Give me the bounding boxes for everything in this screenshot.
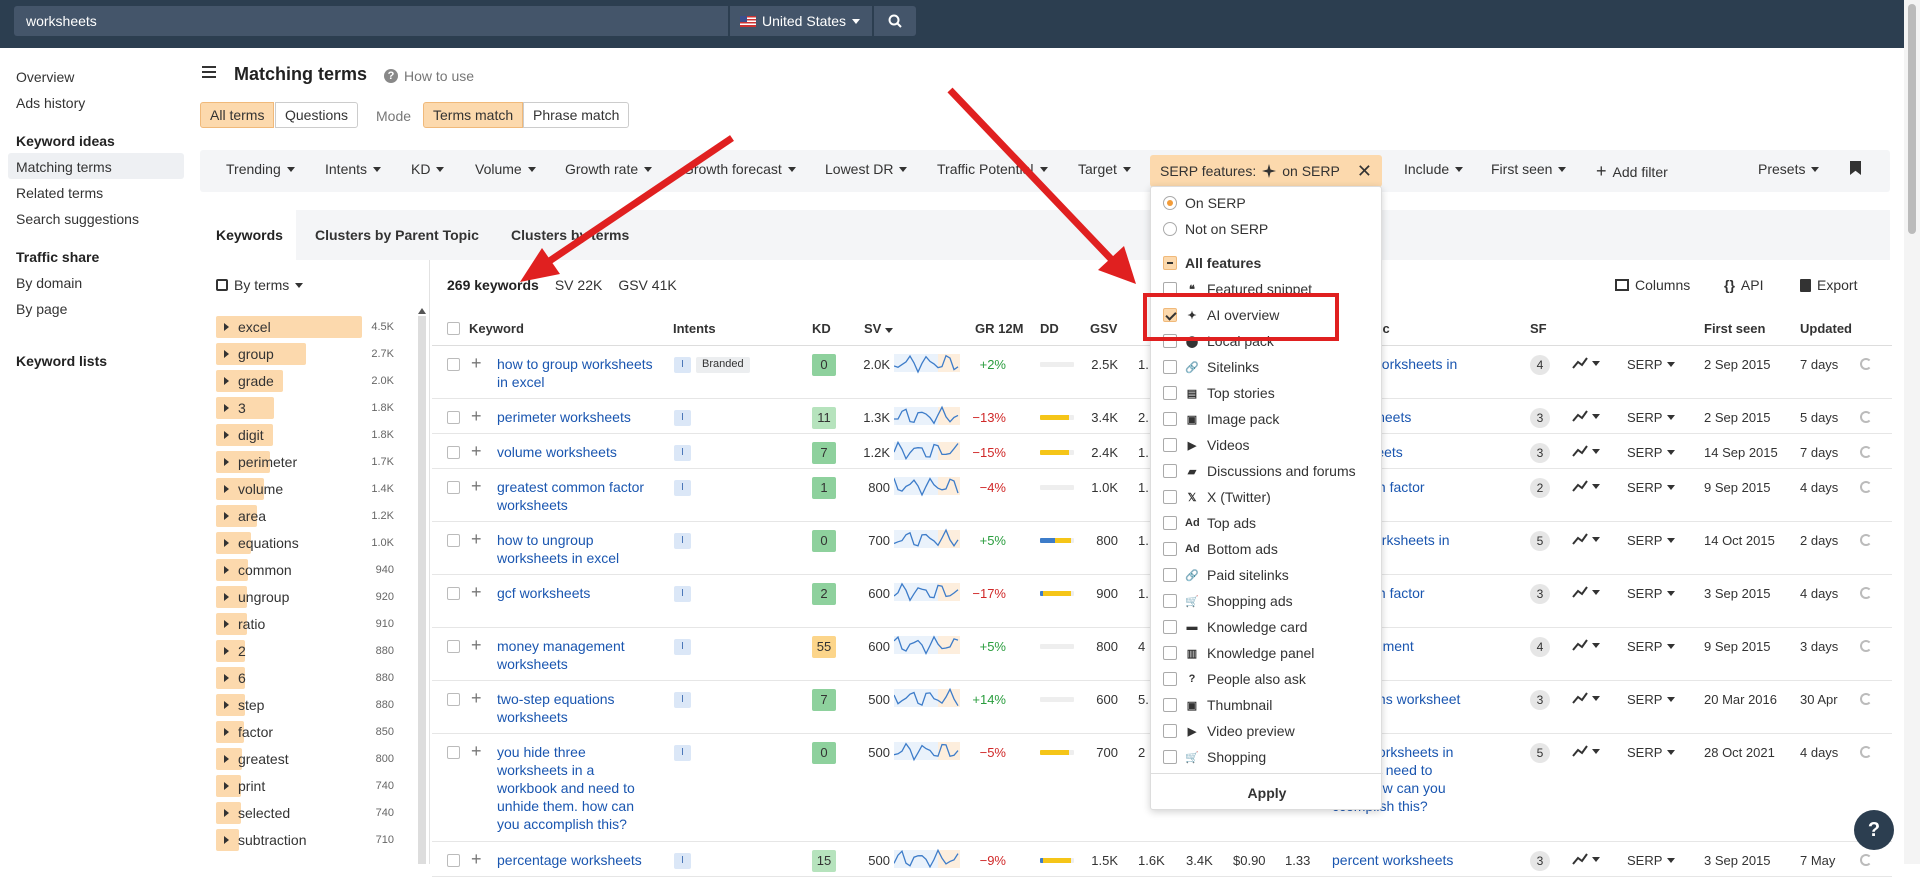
help-button[interactable]: ? [1854,810,1894,850]
red-arrow-line-right [947,87,1115,263]
red-arrowhead-left [520,248,560,282]
annotation-arrows [520,87,1136,284]
page-scrollbar[interactable] [1904,0,1920,864]
highlight-box [1143,293,1339,341]
red-arrow-line-left [546,135,734,265]
page-scrollbar-thumb[interactable] [1908,4,1916,234]
